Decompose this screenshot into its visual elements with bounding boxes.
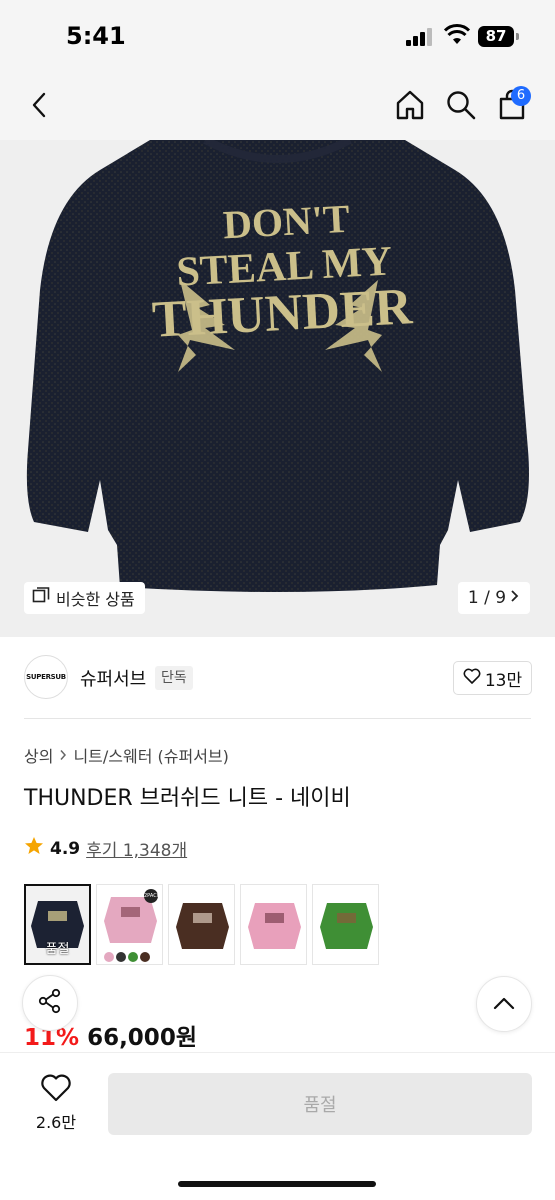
variant-thumbnail[interactable] (240, 884, 307, 965)
variant-thumbnail[interactable]: 품절 (24, 884, 91, 965)
review-link[interactable]: 후기 1,348개 (86, 836, 187, 861)
chevron-up-icon (493, 995, 515, 1014)
cart-count-badge: 6 (511, 86, 531, 106)
exclusive-tag: 단독 (155, 666, 193, 690)
battery-icon: 87 (478, 26, 520, 47)
product-image: DON'T STEAL MY THUNDER (26, 140, 529, 593)
home-icon[interactable] (392, 87, 428, 123)
top-nav (0, 70, 555, 140)
breadcrumb-category[interactable]: 상의 (24, 743, 53, 767)
battery-level: 87 (478, 26, 514, 47)
pack-badge: 2PACK (144, 889, 160, 903)
variant-thumbnail[interactable]: 2PACK (96, 884, 163, 965)
heart-icon (40, 1074, 72, 1107)
variant-soldout-label: 품절 (45, 942, 70, 957)
similar-products-button[interactable]: 비슷한 상품 (24, 582, 145, 614)
share-button[interactable] (22, 975, 78, 1031)
brand-like-count: 13만 (484, 670, 523, 691)
sweater-text-line1: DON'T (222, 196, 351, 248)
bottom-action-bar: 2.6만 품절 (0, 1052, 555, 1200)
color-variants: 품절 2PACK (24, 884, 379, 965)
product-title: THUNDER 브러쉬드 니트 - 네이비 (24, 786, 351, 811)
product-image-carousel[interactable]: DON'T STEAL MY THUNDER 비슷한 상품 1 / 9 (0, 140, 555, 637)
brand-like-button[interactable]: 13만 (453, 661, 532, 695)
image-pager-text: 1 / 9 (467, 588, 507, 608)
wishlist-count: 2.6만 (35, 1113, 77, 1132)
brand-row[interactable]: SUPERSUB 슈퍼서브 단독 13만 (0, 637, 555, 719)
home-indicator (178, 1181, 376, 1187)
brand-logo[interactable]: SUPERSUB (24, 655, 68, 699)
breadcrumb: 상의 니트/스웨터 (슈퍼서브) (24, 743, 229, 767)
chevron-right-icon (59, 746, 67, 765)
image-pager[interactable]: 1 / 9 (458, 582, 530, 614)
cellular-signal-icon (406, 28, 434, 46)
status-time: 5:41 (66, 22, 126, 50)
status-bar: 5:41 87 (0, 0, 555, 70)
wishlist-button[interactable]: 2.6만 (24, 1073, 88, 1133)
variant-thumbnail[interactable] (168, 884, 235, 965)
search-icon[interactable] (443, 87, 479, 123)
similar-products-label: 비슷한 상품 (56, 590, 135, 609)
brand-name[interactable]: 슈퍼서브 (80, 665, 146, 691)
wifi-icon (443, 24, 471, 46)
buy-button[interactable]: 품절 (108, 1073, 532, 1135)
scroll-to-top-button[interactable] (476, 976, 532, 1032)
similar-icon (32, 587, 50, 609)
star-icon (24, 836, 44, 861)
sale-price: 66,000원 (87, 1025, 197, 1051)
breadcrumb-subcategory[interactable]: 니트/스웨터 (슈퍼서브) (73, 743, 228, 767)
chevron-right-icon (510, 588, 520, 608)
back-icon[interactable] (22, 87, 58, 123)
rating-row: 4.9 후기 1,348개 (24, 836, 187, 861)
rating-score: 4.9 (50, 838, 81, 859)
divider (24, 718, 531, 719)
heart-icon (463, 668, 481, 689)
share-icon (37, 988, 63, 1018)
variant-thumbnail[interactable] (312, 884, 379, 965)
